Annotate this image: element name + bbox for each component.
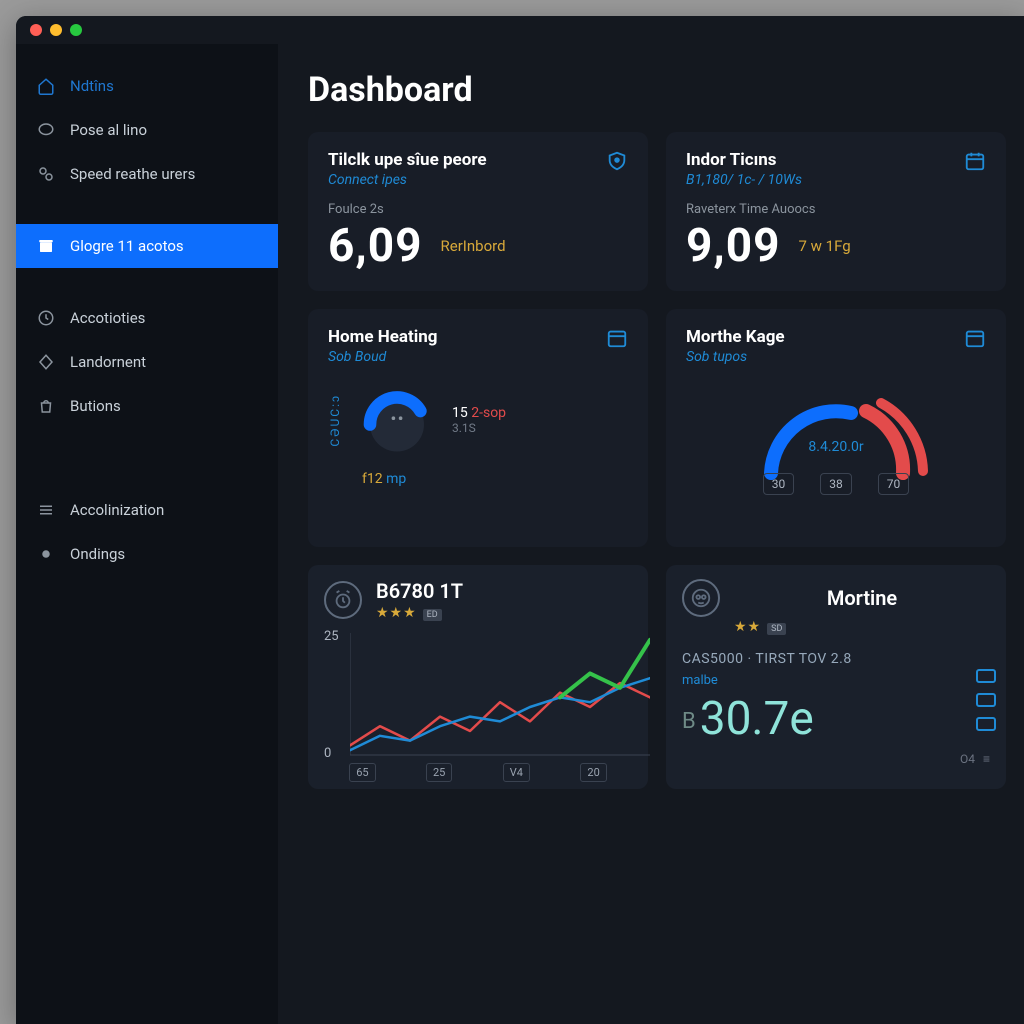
archive-icon — [36, 236, 56, 256]
sidebar-item-ondings[interactable]: Ondings — [16, 532, 278, 576]
card-indor[interactable]: Indor Ticıns B1,180/ 1c- / 10Ws Raveterx… — [666, 132, 1006, 291]
gauge-center: 8.4.20.0r — [808, 439, 863, 455]
gauge-sub: 3.1S — [452, 421, 506, 435]
battery-icon — [976, 669, 996, 683]
gauge-val: 15 — [452, 405, 468, 421]
menu-icon[interactable]: ≡ — [983, 752, 990, 766]
sidebar-item-butions[interactable]: Butions — [16, 384, 278, 428]
sidebar-item-accolinization[interactable]: Accolinization — [16, 488, 278, 532]
clock-icon — [36, 308, 56, 328]
card-b6780[interactable]: B6780 1T ★★★ED 25 0 65 25 — [308, 565, 648, 789]
metric-tag: RerInbord — [441, 237, 506, 255]
bag-icon — [36, 396, 56, 416]
card-title: Indor Ticıns — [686, 150, 802, 170]
sidebar-item-label: Accotioties — [70, 309, 145, 327]
card-title: Morthe Kage — [686, 327, 785, 347]
x-tick: 20 — [580, 763, 606, 782]
gauge-vlabel: CƏUC:ɔ — [328, 394, 342, 447]
card-subtitle: Connect ipes — [328, 172, 487, 188]
card-title: Home Heating — [328, 327, 438, 347]
battery-icon — [976, 717, 996, 731]
sidebar-item-label: Ondings — [70, 545, 125, 563]
sidebar-item-label: Landornent — [70, 353, 146, 371]
sidebar-item-label: Butions — [70, 397, 121, 415]
card-subtitle: Sob Boud — [328, 349, 438, 365]
sidebar-item-ndtins[interactable]: Ndtîns — [16, 64, 278, 108]
title-bar — [16, 16, 1024, 44]
card-mortine[interactable]: Mortine ★★SD CAS5000 · TIRST TOV 2.8 mal… — [666, 565, 1006, 789]
rating: ★★SD — [734, 619, 990, 635]
card-title: B6780 1T — [376, 579, 463, 603]
x-tick: 65 — [349, 763, 375, 782]
calendar-icon — [964, 150, 986, 172]
calendar-icon — [964, 327, 986, 349]
side-indicators — [976, 669, 996, 731]
maximize-icon[interactable] — [70, 24, 82, 36]
sidebar-item-accotioties[interactable]: Accotioties — [16, 296, 278, 340]
card-title: Tilclk upe sîue peore — [328, 150, 487, 170]
chat-icon — [36, 120, 56, 140]
sidebar-item-pose[interactable]: Pose al lino — [16, 108, 278, 152]
x-tick: 25 — [426, 763, 452, 782]
metric-sub: malbe — [682, 673, 990, 688]
chip[interactable]: 70 — [878, 473, 910, 495]
x-tick: V4 — [503, 763, 530, 782]
metric-tag: 7 w 1Fg — [799, 237, 851, 255]
card-subtitle: Sob tupos — [686, 349, 785, 365]
sidebar-item-label: Glogre 11 acotos — [70, 237, 184, 255]
metric-label: Raveterx Time Auoocs — [686, 202, 986, 217]
sidebar-item-label: Accolinization — [70, 501, 164, 519]
menu-icon — [36, 500, 56, 520]
sidebar-item-label: Ndtîns — [70, 77, 114, 95]
app-window: Ndtîns Pose al lino Speed reathe urers G… — [16, 16, 1024, 1024]
footer-text: O4 — [960, 752, 975, 766]
card-tilclk[interactable]: Tilclk upe sîue peore Connect ipes Foulc… — [308, 132, 648, 291]
sidebar-item-label: Pose al lino — [70, 121, 147, 139]
sidebar-item-landornent[interactable]: Landornent — [16, 340, 278, 384]
card-subtitle: B1,180/ 1c- / 10Ws — [686, 172, 802, 188]
diamond-icon — [36, 352, 56, 372]
metric-label: Foulce 2s — [328, 202, 628, 217]
minimize-icon[interactable] — [50, 24, 62, 36]
card-morthe-kage[interactable]: Morthe Kage Sob tupos 8.4.20.0r — [666, 309, 1006, 547]
sidebar: Ndtîns Pose al lino Speed reathe urers G… — [16, 44, 278, 1024]
owl-icon — [682, 579, 720, 617]
calendar-icon — [606, 327, 628, 349]
page-title: Dashboard — [308, 70, 1024, 110]
sidebar-item-label: Speed reathe urers — [70, 165, 195, 183]
gauge-footer: f12 mp — [362, 471, 628, 487]
metric-value: 9,09 — [686, 219, 781, 273]
card-home-heating[interactable]: Home Heating Sob Boud CƏUC:ɔ — [308, 309, 648, 547]
home-icon — [36, 76, 56, 96]
main-content: Dashboard Tilclk upe sîue peore Connect … — [278, 44, 1024, 1024]
gauge-suffix: 2-sop — [471, 405, 506, 421]
chip[interactable]: 30 — [763, 473, 795, 495]
card-title: Mortine — [734, 586, 990, 610]
close-icon[interactable] — [30, 24, 42, 36]
metric-line: CAS5000 · TIRST TOV 2.8 — [682, 651, 990, 667]
sidebar-item-speed[interactable]: Speed reathe urers — [16, 152, 278, 196]
sidebar-item-glogre[interactable]: Glogre 11 acotos — [16, 224, 278, 268]
link-icon — [36, 164, 56, 184]
shield-icon — [606, 150, 628, 172]
line-chart: 25 0 65 25 V4 20 — [324, 629, 632, 779]
alarm-icon — [324, 581, 362, 619]
metric-value: B30.7e — [682, 692, 990, 746]
gauge-icon — [352, 375, 442, 465]
metric-value: 6,09 — [328, 219, 423, 273]
battery-icon — [976, 693, 996, 707]
chip[interactable]: 38 — [820, 473, 852, 495]
rating: ★★★ED — [376, 605, 463, 621]
dot-icon — [36, 544, 56, 564]
